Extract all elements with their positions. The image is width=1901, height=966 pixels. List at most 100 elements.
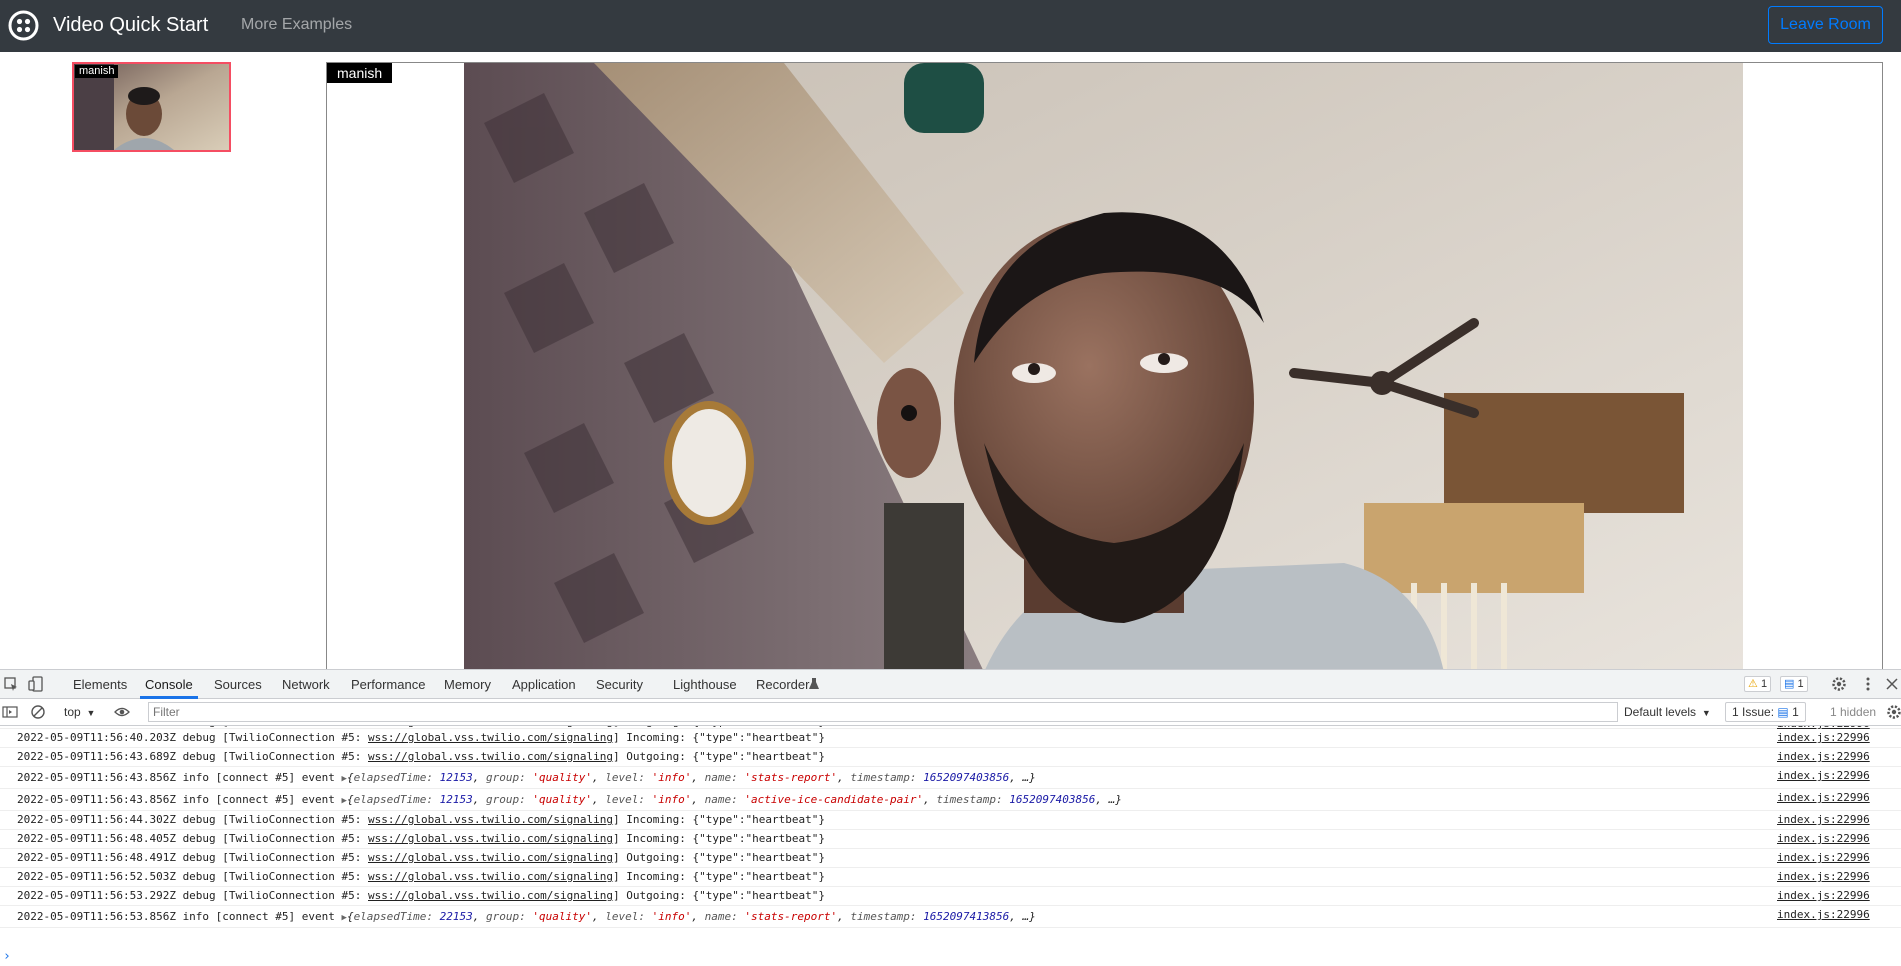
console-row[interactable]: 2022-05-09T11:56:40.203Z debug [TwilioCo… — [0, 729, 1901, 748]
signaling-url[interactable]: wss://global.vss.twilio.com/signaling — [368, 889, 613, 902]
log-text: name: — [704, 771, 745, 784]
sidebar-toggle-icon[interactable] — [2, 704, 18, 720]
log-prefix: 2022-05-09T11:56:43.689Z debug [TwilioCo… — [17, 750, 368, 763]
console-message: 2022-05-09T11:56:48.491Z debug [TwilioCo… — [17, 851, 825, 864]
filter-input[interactable] — [148, 702, 1618, 722]
more-examples-link[interactable]: More Examples — [241, 15, 352, 35]
tab-lighthouse[interactable]: Lighthouse — [673, 677, 737, 692]
signaling-url[interactable]: wss://global.vss.twilio.com/signaling — [368, 832, 613, 845]
more-options-icon[interactable] — [1860, 676, 1876, 692]
event-object[interactable]: ▶{elapsedTime: 12153, group: 'quality', … — [342, 771, 1036, 784]
source-link[interactable]: index.js:22996 — [1777, 813, 1870, 826]
main-participant-video[interactable]: manish — [326, 62, 1883, 671]
log-text: 1652097403856 — [923, 771, 1010, 784]
log-text: elapsedTime: — [353, 793, 440, 806]
log-text: , …} — [1095, 793, 1122, 806]
console-message: 2022-05-09T11:56:44.302Z debug [TwilioCo… — [17, 813, 825, 826]
source-link[interactable]: index.js:22996 — [1777, 750, 1870, 763]
event-object[interactable]: ▶{elapsedTime: 12153, group: 'quality', … — [342, 793, 1122, 806]
log-text: , — [691, 793, 705, 806]
inspect-element-icon[interactable] — [3, 676, 19, 692]
log-levels-value: Default levels — [1624, 705, 1697, 719]
tab-performance[interactable]: Performance — [351, 677, 425, 692]
console-row[interactable]: 2022-05-09T11:56:44.302Z debug [TwilioCo… — [0, 811, 1901, 830]
console-row[interactable]: 2022-05-09T11:56:53.292Z debug [TwilioCo… — [0, 887, 1901, 906]
issues-label: 1 Issue: — [1732, 705, 1775, 719]
log-prefix: 2022-05-09T11:56:53.856Z info [connect #… — [17, 910, 342, 923]
gear-icon[interactable] — [1831, 676, 1847, 692]
tab-elements[interactable]: Elements — [73, 677, 127, 692]
brand-title[interactable]: Video Quick Start — [53, 12, 208, 38]
clear-console-icon[interactable] — [30, 704, 46, 720]
signaling-url[interactable]: wss://global.vss.twilio.com/signaling — [368, 870, 613, 883]
log-payload: ] Outgoing: {"type":"heartbeat"} — [613, 851, 825, 864]
log-prefix: 2022-05-09T11:56:43.856Z info [connect #… — [17, 793, 342, 806]
console-row[interactable]: 2022-05-09T11:56:43.856Z info [connect #… — [0, 789, 1901, 811]
devtools-tabbar: Elements Console Sources Network Perform… — [0, 670, 1901, 699]
live-expression-eye-icon[interactable] — [114, 704, 130, 720]
log-payload: ] Outgoing: {"type":"heartbeat"} — [613, 889, 825, 902]
log-text: , …} — [1009, 910, 1036, 923]
console-row[interactable]: 2022-05-09T11:56:48.491Z debug [TwilioCo… — [0, 849, 1901, 868]
console-settings-gear-icon[interactable] — [1886, 704, 1901, 720]
console-message: 2022-05-09T11:56:36.690Z debug [TwilioCo… — [17, 726, 825, 728]
console-row[interactable]: 2022-05-09T11:56:43.689Z debug [TwilioCo… — [0, 748, 1901, 767]
source-link[interactable]: index.js:22996 — [1777, 851, 1870, 864]
log-prefix: 2022-05-09T11:56:48.491Z debug [TwilioCo… — [17, 851, 368, 864]
log-text: , — [837, 910, 851, 923]
console-prompt-icon[interactable]: › — [3, 949, 11, 964]
log-text: 12153 — [439, 771, 473, 784]
context-selector[interactable]: top ▼ — [64, 705, 95, 719]
tab-memory[interactable]: Memory — [444, 677, 491, 692]
twilio-logo-icon[interactable] — [8, 10, 39, 41]
tab-sources[interactable]: Sources — [214, 677, 262, 692]
source-link[interactable]: index.js:22996 — [1777, 769, 1870, 782]
log-text: , — [592, 910, 606, 923]
chevron-down-icon: ▼ — [84, 708, 96, 718]
warnings-count: 1 — [1760, 678, 1768, 690]
signaling-url[interactable]: wss://global.vss.twilio.com/signaling — [368, 851, 613, 864]
messages-badge[interactable]: ▤ 1 — [1780, 676, 1808, 692]
log-text: group: — [486, 793, 533, 806]
source-link[interactable]: index.js:22996 — [1777, 870, 1870, 883]
console-row[interactable]: 2022-05-09T11:56:48.405Z debug [TwilioCo… — [0, 830, 1901, 849]
log-levels-dropdown[interactable]: Default levels ▼ — [1624, 705, 1711, 719]
log-text: , — [592, 771, 606, 784]
signaling-url[interactable]: wss://global.vss.twilio.com/signaling — [368, 731, 613, 744]
tab-network[interactable]: Network — [282, 677, 330, 692]
devtools-panel: Elements Console Sources Network Perform… — [0, 669, 1901, 965]
console-row[interactable]: 2022-05-09T11:56:52.503Z debug [TwilioCo… — [0, 868, 1901, 887]
leave-room-button[interactable]: Leave Room — [1768, 6, 1883, 44]
log-text: 'stats-report' — [744, 910, 838, 923]
log-text: , — [592, 793, 606, 806]
signaling-url[interactable]: wss://global.vss.twilio.com/signaling — [368, 750, 613, 763]
close-icon[interactable] — [1884, 676, 1900, 692]
message-icon: ▤ — [1777, 705, 1789, 719]
tab-application[interactable]: Application — [512, 677, 576, 692]
event-object[interactable]: ▶{elapsedTime: 22153, group: 'quality', … — [342, 910, 1036, 923]
message-icon: ▤ — [1784, 678, 1795, 690]
log-text: 'stats-report' — [744, 771, 838, 784]
tab-recorder[interactable]: Recorder — [756, 677, 809, 692]
log-text: , — [472, 771, 487, 784]
console-row[interactable]: 2022-05-09T11:56:43.856Z info [connect #… — [0, 767, 1901, 789]
source-link[interactable]: index.js:22996 — [1777, 908, 1870, 921]
local-participant-thumbnail[interactable]: manish — [72, 62, 231, 152]
warnings-badge[interactable]: ⚠ 1 — [1744, 676, 1772, 692]
issues-button[interactable]: 1 Issue: ▤ 1 — [1725, 702, 1806, 722]
tab-console[interactable]: Console — [145, 677, 193, 692]
log-text: { — [346, 771, 354, 784]
source-link[interactable]: index.js:22996 — [1777, 889, 1870, 902]
device-toolbar-icon[interactable] — [28, 676, 44, 692]
console-log[interactable]: 2022-05-09T11:56:36.690Z debug [TwilioCo… — [0, 726, 1901, 966]
tab-security[interactable]: Security — [596, 677, 643, 692]
local-participant-name: manish — [75, 65, 119, 78]
console-row[interactable]: 2022-05-09T11:56:53.856Z info [connect #… — [0, 906, 1901, 928]
source-link[interactable]: index.js:22996 — [1777, 832, 1870, 845]
console-message: 2022-05-09T11:56:53.292Z debug [TwilioCo… — [17, 889, 825, 902]
source-link[interactable]: index.js:22996 — [1777, 731, 1870, 744]
source-link[interactable]: index.js:22996 — [1777, 791, 1870, 804]
signaling-url[interactable]: wss://global.vss.twilio.com/signaling — [368, 813, 613, 826]
log-text: , — [472, 793, 487, 806]
log-text: level: — [605, 910, 652, 923]
